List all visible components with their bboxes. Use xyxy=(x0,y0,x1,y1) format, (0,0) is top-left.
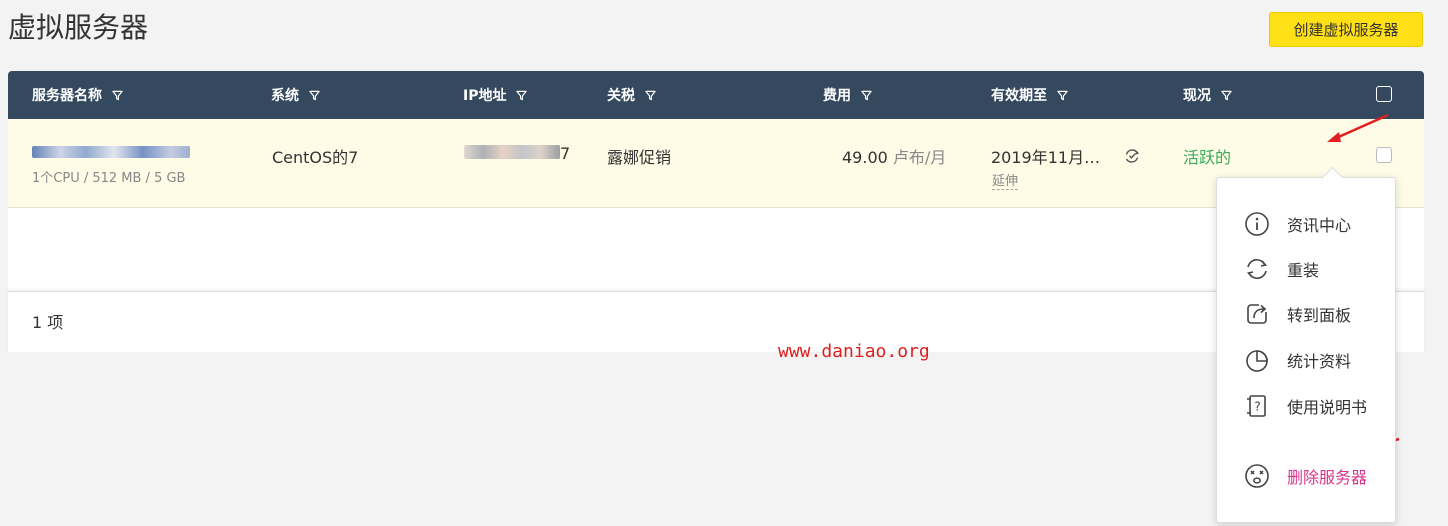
column-header-name[interactable]: 服务器名称 xyxy=(32,71,123,119)
table-footer: 1 项 xyxy=(8,291,1424,352)
filter-icon[interactable] xyxy=(1057,90,1068,101)
menu-item-statistics[interactable]: 统计资料 xyxy=(1243,346,1351,374)
menu-item-delete-server-label: 删除服务器 xyxy=(1287,468,1368,487)
column-header-cost-label: 费用 xyxy=(823,88,851,104)
menu-item-reinstall[interactable]: 重装 xyxy=(1243,255,1319,283)
select-all-checkbox[interactable] xyxy=(1376,86,1392,102)
table-empty-area xyxy=(8,208,1424,291)
column-header-name-label: 服务器名称 xyxy=(32,88,102,104)
table-row[interactable]: 1个CPU / 512 MB / 5 GB CentOS的7 7 露娜促销 49… xyxy=(8,119,1424,210)
filter-icon[interactable] xyxy=(645,90,656,101)
menu-item-manual[interactable]: ? 使用说明书 xyxy=(1243,392,1367,420)
filter-icon[interactable] xyxy=(309,90,320,101)
info-icon xyxy=(1245,212,1269,236)
redacted-ip xyxy=(464,145,560,159)
delete-server-icon xyxy=(1245,464,1269,488)
filter-icon[interactable] xyxy=(1221,90,1232,101)
menu-item-goto-panel[interactable]: 转到面板 xyxy=(1243,300,1351,328)
goto-panel-icon xyxy=(1247,304,1267,324)
filter-icon[interactable] xyxy=(112,90,123,101)
extend-link-label: 延伸 xyxy=(992,174,1019,190)
column-header-ip[interactable]: IP地址 xyxy=(463,71,528,119)
cost-value: 49.00 xyxy=(842,148,888,167)
menu-item-info-label: 资讯中心 xyxy=(1287,216,1352,235)
server-tariff: 露娜促销 xyxy=(607,148,672,167)
server-name[interactable] xyxy=(32,143,190,162)
svg-text:?: ? xyxy=(1254,400,1260,414)
server-cost: 49.00 卢布/月 xyxy=(842,144,946,168)
column-header-ip-label: IP地址 xyxy=(463,88,507,104)
create-server-button[interactable]: 创建虚拟服务器 xyxy=(1269,12,1423,47)
cost-unit: 卢布/月 xyxy=(892,148,947,167)
statistics-icon xyxy=(1246,350,1268,372)
server-ip-suffix: 7 xyxy=(560,144,571,163)
filter-icon[interactable] xyxy=(516,90,528,101)
column-header-tariff[interactable]: 关税 xyxy=(607,71,656,119)
column-header-cost[interactable]: 费用 xyxy=(823,71,872,119)
server-actions-menu: 资讯中心 重装 转到面板 统计资料 ? 使用说明书 删除服务器 xyxy=(1216,177,1396,523)
manual-icon: ? xyxy=(1247,395,1266,417)
table-header: 服务器名称 系统 IP地址 关税 费用 有效期至 现况 xyxy=(8,71,1424,119)
annotation-arrow-icon xyxy=(1327,113,1389,142)
column-header-status-label: 现况 xyxy=(1183,88,1211,104)
menu-item-statistics-label: 统计资料 xyxy=(1287,352,1352,371)
menu-item-goto-panel-label: 转到面板 xyxy=(1287,306,1352,325)
filter-icon[interactable] xyxy=(861,90,872,101)
column-header-valid-until[interactable]: 有效期至 xyxy=(991,71,1068,119)
column-header-status[interactable]: 现况 xyxy=(1183,71,1232,119)
redacted-server-name xyxy=(32,146,190,158)
server-system: CentOS的7 xyxy=(272,148,359,167)
menu-item-info[interactable]: 资讯中心 xyxy=(1243,210,1351,238)
watermark: www.daniao.org xyxy=(778,341,930,362)
menu-item-manual-label: 使用说明书 xyxy=(1287,398,1368,417)
page-title: 虚拟服务器 xyxy=(8,11,149,44)
server-spec: 1个CPU / 512 MB / 5 GB xyxy=(32,171,186,186)
item-count: 1 项 xyxy=(32,313,64,332)
auto-renew-icon[interactable] xyxy=(1123,147,1141,165)
column-header-valid-until-label: 有效期至 xyxy=(991,88,1047,104)
server-valid-until: 2019年11月… xyxy=(991,148,1101,167)
column-header-system[interactable]: 系统 xyxy=(271,71,320,119)
column-header-system-label: 系统 xyxy=(271,88,299,104)
server-table: 服务器名称 系统 IP地址 关税 费用 有效期至 现况 1个CPU / 512 … xyxy=(8,71,1424,352)
reinstall-icon xyxy=(1247,259,1267,279)
status-badge: 活跃的 xyxy=(1183,148,1232,167)
server-ip: 7 xyxy=(464,144,570,163)
column-header-tariff-label: 关税 xyxy=(607,88,635,104)
menu-item-delete-server[interactable]: 删除服务器 xyxy=(1243,462,1367,490)
row-checkbox[interactable] xyxy=(1376,147,1392,163)
menu-item-reinstall-label: 重装 xyxy=(1287,261,1320,280)
extend-link[interactable]: 延伸 xyxy=(992,170,1019,190)
